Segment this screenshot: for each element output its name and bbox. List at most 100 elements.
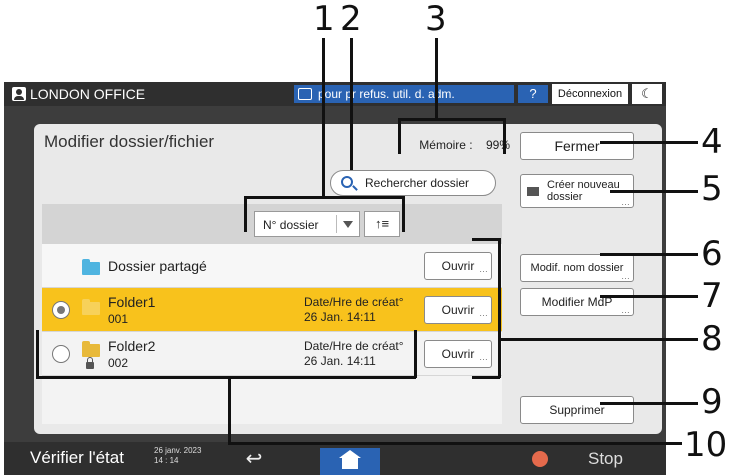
clock: 26 janv. 2023 14 : 14 [154, 446, 201, 466]
stop-button[interactable]: Stop [588, 449, 623, 469]
leader-line-3 [435, 38, 438, 120]
close-button-label: Fermer [554, 138, 600, 154]
clock-date: 26 janv. 2023 [154, 446, 202, 455]
leader-line-10 [228, 442, 682, 445]
callout-6: 6 [701, 234, 723, 274]
leader-line-4 [600, 141, 698, 144]
leader-line-7 [600, 295, 698, 298]
leader-line-1-bracket [244, 196, 404, 199]
callout-8: 8 [701, 319, 723, 359]
stop-icon[interactable] [532, 451, 548, 467]
leader-line-10-left [36, 330, 39, 378]
notice-icon [298, 88, 312, 100]
select-radio[interactable] [52, 301, 70, 319]
page-title: Modifier dossier/fichier [44, 132, 215, 151]
more-indicator: … [621, 197, 630, 207]
more-indicator: … [479, 308, 488, 318]
leader-line-6 [600, 253, 698, 256]
check-status-button[interactable]: Vérifier l'état [30, 448, 124, 468]
leader-line-8-bottom [472, 376, 500, 379]
sort-order-icon: ↑≡ [374, 216, 390, 231]
callout-5: 5 [701, 169, 723, 209]
callout-7: 7 [701, 276, 723, 316]
search-icon [341, 176, 353, 188]
open-button-label: Ouvrir [441, 303, 475, 317]
open-button[interactable]: Ouvrir … [424, 296, 492, 324]
new-folder-icon [527, 187, 539, 196]
more-indicator: … [479, 264, 488, 274]
list-item[interactable]: Folder1 001 Date/Hre de créat° 26 Jan. 1… [42, 288, 502, 332]
folder-number: 002 [108, 356, 129, 370]
bottom-bar: Vérifier l'état 26 janv. 2023 14 : 14 ↩ … [4, 442, 666, 475]
folder-name: Folder1 [108, 294, 156, 310]
display-mode-button[interactable]: ☾ [632, 84, 662, 104]
more-indicator: … [621, 305, 630, 315]
creation-date: Date/Hre de créat° 26 Jan. 14:11 [304, 339, 404, 369]
callout-4: 4 [701, 122, 723, 162]
folder-name: Dossier partagé [108, 258, 207, 274]
edit-folder-panel: Modifier dossier/fichier Mémoire : 99% R… [34, 124, 662, 434]
leader-line-10-right [414, 330, 417, 378]
folder-name: Folder2 [108, 338, 156, 354]
callout-10: 10 [684, 425, 728, 465]
search-folder-label: Rechercher dossier [365, 176, 470, 190]
chevron-down-icon [343, 221, 353, 228]
memory-indicator: Mémoire : 99% [406, 132, 510, 158]
rename-folder-button[interactable]: Modif. nom dossier … [520, 254, 634, 282]
leader-line-5 [610, 190, 698, 193]
leader-line-8-bracket [498, 238, 501, 378]
select-radio[interactable] [52, 345, 70, 363]
leader-line-8-top [472, 238, 500, 241]
home-button[interactable] [320, 448, 380, 475]
open-button-label: Ouvrir [441, 347, 475, 361]
open-button[interactable]: Ouvrir … [424, 340, 492, 368]
callout-1: 1 [313, 0, 335, 39]
select-divider [336, 215, 337, 233]
office-name: LONDON OFFICE [30, 86, 146, 102]
search-folder-button[interactable]: Rechercher dossier [330, 170, 496, 196]
delete-button-label: Supprimer [549, 403, 605, 417]
leader-line-3-right [503, 118, 506, 154]
creation-date-value: 26 Jan. 14:11 [304, 310, 376, 324]
leader-line-1 [322, 38, 325, 198]
sort-bar: N° dossier ↑≡ [42, 204, 502, 244]
leader-line-1-right [402, 196, 405, 232]
logout-button[interactable]: Déconnexion [552, 84, 628, 104]
sort-key-select[interactable]: N° dossier [254, 211, 360, 237]
top-status-bar: LONDON OFFICE pour pr refus. util. d. ad… [4, 82, 666, 106]
close-button[interactable]: Fermer [520, 132, 634, 160]
leader-line-2 [350, 38, 353, 170]
sort-order-button[interactable]: ↑≡ [364, 211, 400, 237]
callout-9: 9 [701, 382, 723, 422]
sort-key-value: N° dossier [263, 218, 319, 232]
leader-line-3-bracket [398, 118, 506, 121]
help-button[interactable]: ? [518, 85, 548, 103]
list-item-shared-folder[interactable]: Dossier partagé Ouvrir … [42, 244, 502, 288]
more-indicator: … [621, 271, 630, 281]
rename-folder-label: Modif. nom dossier [530, 262, 624, 274]
admin-notice-button[interactable]: pour pr refus. util. d. adm. [294, 85, 514, 103]
creation-date-value: 26 Jan. 14:11 [304, 354, 376, 368]
user-icon [12, 87, 26, 101]
leader-line-10-vertical [228, 378, 231, 444]
open-button-label: Ouvrir [441, 259, 475, 273]
leader-line-9 [600, 402, 698, 405]
device-screen: LONDON OFFICE pour pr refus. util. d. ad… [4, 82, 666, 475]
memory-label: Mémoire : [419, 138, 473, 152]
leader-line-1-left [244, 196, 247, 232]
folder-icon [82, 259, 100, 275]
memory-value: 99% [485, 138, 510, 152]
callout-2: 2 [340, 0, 362, 39]
folder-number: 001 [108, 312, 129, 326]
open-button[interactable]: Ouvrir … [424, 252, 492, 280]
change-password-button[interactable]: Modifier MdP … [520, 288, 634, 316]
back-button[interactable]: ↩ [234, 446, 274, 471]
folder-icon [82, 341, 100, 357]
callout-3: 3 [425, 0, 447, 39]
folder-icon [82, 299, 100, 315]
more-indicator: … [479, 352, 488, 362]
delete-button[interactable]: Supprimer [520, 396, 634, 424]
list-item[interactable]: Folder2 002 Date/Hre de créat° 26 Jan. 1… [42, 332, 502, 376]
clock-time: 14 : 14 [154, 456, 179, 465]
home-icon [339, 450, 361, 469]
